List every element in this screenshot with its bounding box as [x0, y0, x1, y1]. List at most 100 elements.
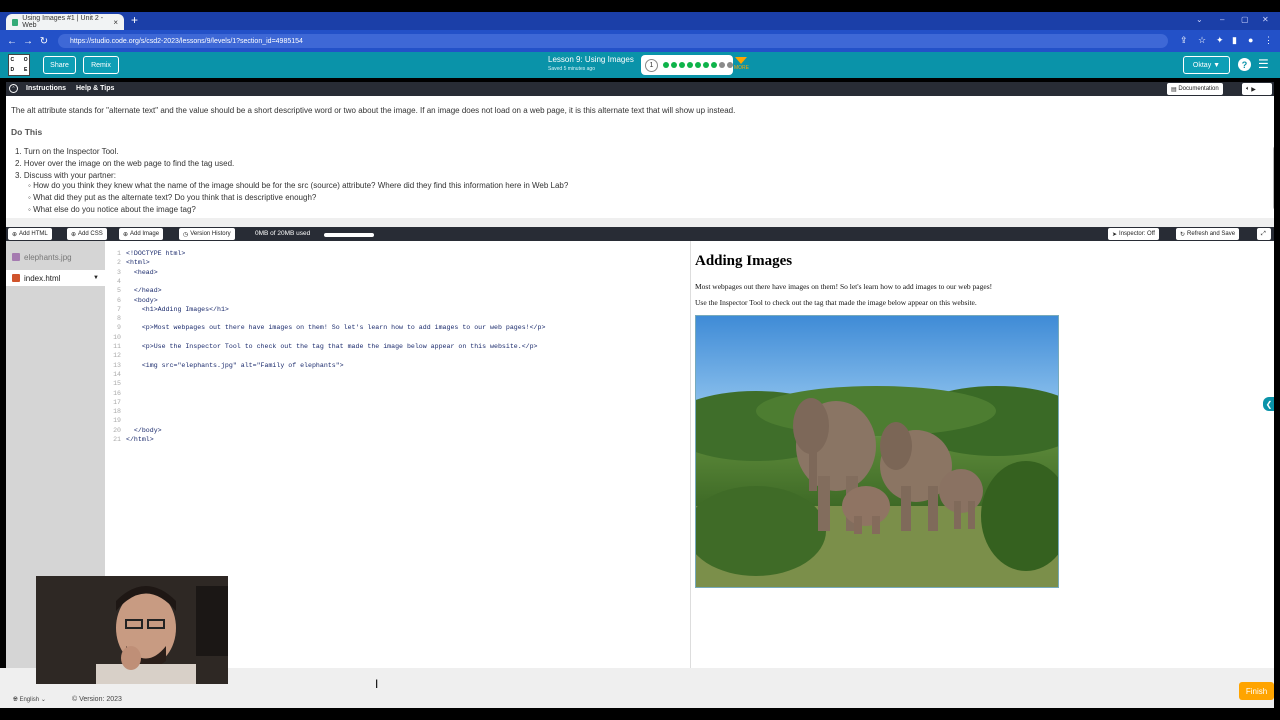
tab-help-tips[interactable]: Help & Tips — [76, 85, 114, 92]
clock-icon: ◷ — [183, 231, 189, 238]
preview-paragraph-1: Most webpages out there have images on t… — [695, 282, 993, 291]
plus-circle-icon: ⊕ — [123, 231, 129, 238]
window-close-icon[interactable]: ✕ — [1262, 15, 1269, 24]
tab-close-icon[interactable]: × — [113, 18, 118, 27]
progress-dot[interactable] — [687, 62, 693, 68]
back-icon[interactable]: ← — [4, 36, 20, 47]
plus-circle-icon: ⊕ — [71, 231, 77, 238]
add-css-button[interactable]: ⊕ Add CSS — [67, 228, 107, 240]
url-field[interactable]: https://studio.code.org/s/csd2-2023/less… — [58, 34, 1168, 48]
line-number: 20 — [113, 426, 121, 434]
code-line[interactable]: <head> — [126, 269, 158, 276]
remix-button[interactable]: Remix — [83, 56, 119, 74]
file-name: elephants.jpg — [24, 252, 72, 262]
tab-title: Using Images #1 | Unit 2 - Web — [22, 15, 104, 29]
profile-icon[interactable]: ● — [1248, 35, 1253, 45]
elephants-image[interactable] — [695, 315, 1059, 588]
browser-tab[interactable]: Using Images #1 | Unit 2 - Web × — [6, 14, 124, 30]
user-menu-button[interactable]: Oktay ▼ — [1183, 56, 1230, 74]
top-black-strip — [0, 0, 1280, 12]
tab-instructions[interactable]: Instructions — [26, 85, 66, 92]
line-number: 7 — [117, 305, 121, 313]
code-line[interactable]: <body> — [126, 297, 158, 304]
code-line[interactable]: <!DOCTYPE html> — [126, 250, 185, 257]
collapse-icon[interactable]: ⌃ — [9, 84, 18, 93]
file-item-elephants[interactable]: elephants.jpg — [6, 249, 105, 265]
line-number: 17 — [113, 398, 121, 406]
file-name: index.html — [24, 273, 61, 283]
level-number[interactable]: 1 — [645, 58, 658, 72]
code-line[interactable]: </html> — [126, 436, 154, 443]
play-icon[interactable]: ▶ — [1251, 86, 1256, 93]
code-line[interactable]: <html> — [126, 259, 150, 266]
version-history-button[interactable]: ◷ Version History — [179, 228, 235, 240]
webcam-person-illustration — [36, 576, 228, 684]
line-number: 13 — [113, 361, 121, 369]
caret-down-icon[interactable]: ▼ — [93, 275, 99, 281]
step-item: 3. Discuss with your partner: — [15, 171, 116, 180]
sidepanel-icon[interactable]: ▮ — [1232, 35, 1237, 46]
bookmark-icon[interactable]: ☆ — [1198, 35, 1206, 46]
code-line[interactable]: </head> — [126, 287, 162, 294]
storage-usage: 0MB of 20MB used — [255, 230, 311, 237]
progress-dot[interactable] — [679, 62, 685, 68]
line-number: 3 — [117, 268, 121, 276]
code-line[interactable]: <p>Most webpages out there have images o… — [126, 324, 546, 331]
documentation-button[interactable]: ▤ Documentation — [1167, 83, 1223, 95]
language-select[interactable]: 🌐︎ English ⌄ — [13, 696, 46, 704]
progress-dot[interactable] — [695, 62, 701, 68]
favicon-icon — [12, 18, 19, 26]
refresh-save-button[interactable]: ↻ Refresh and Save — [1176, 228, 1240, 240]
code-line[interactable]: </body> — [126, 427, 162, 434]
progress-dot[interactable] — [663, 62, 669, 68]
maximize-icon[interactable]: ▢ — [1241, 15, 1249, 24]
forward-icon[interactable]: → — [20, 36, 36, 47]
line-number: 5 — [117, 287, 121, 295]
hamburger-menu-icon[interactable]: ☰ — [1258, 57, 1269, 71]
progress-dot[interactable] — [703, 62, 709, 68]
fullscreen-icon[interactable]: ⤢ — [1257, 228, 1271, 240]
level-progress: 1 — [641, 55, 733, 75]
line-number: 8 — [117, 315, 121, 323]
resize-handle[interactable] — [6, 218, 1274, 227]
reload-icon[interactable]: ↻ — [36, 36, 52, 47]
line-number: 12 — [113, 352, 121, 360]
browser-tab-bar: Using Images #1 | Unit 2 - Web × + ⌄ – ▢… — [0, 12, 1280, 30]
line-number: 14 — [113, 370, 121, 378]
app-header: CO DE Share Remix Lesson 9: Using Images… — [0, 52, 1280, 78]
progress-dot[interactable] — [671, 62, 677, 68]
progress-dot[interactable] — [727, 62, 733, 68]
text-cursor-icon: I — [375, 677, 379, 691]
documentation-label: Documentation — [1178, 86, 1219, 92]
code-line[interactable]: <img src="elephants.jpg" alt="Family of … — [126, 362, 344, 369]
instructions-header: ⌃ Instructions Help & Tips ▤ Documentati… — [6, 82, 1274, 96]
extensions-icon[interactable]: ✦ — [1216, 35, 1224, 46]
finish-button[interactable]: Finish — [1239, 682, 1274, 700]
speaker-icon[interactable]: 🔈︎ — [1246, 86, 1250, 93]
help-icon[interactable]: ? — [1238, 58, 1251, 71]
tab-search-icon[interactable]: ⌄ — [1196, 15, 1203, 24]
code-line[interactable]: <h1>Adding Images</h1> — [126, 306, 229, 313]
instructions-panel: The alt attribute stands for "alternate … — [6, 96, 1279, 218]
add-html-button[interactable]: ⊕ Add HTML — [8, 228, 52, 240]
share-button[interactable]: Share — [43, 56, 76, 74]
inspector-toggle[interactable]: ➤ Inspector: Off — [1108, 228, 1159, 240]
audio-controls[interactable]: 🔈︎ ▶ — [1242, 83, 1272, 95]
step-item: 1. Turn on the Inspector Tool. — [15, 147, 119, 156]
step-item: 2. Hover over the image on the web page … — [15, 159, 235, 168]
new-tab-button[interactable]: + — [131, 13, 138, 27]
share-page-icon[interactable]: ⇪ — [1180, 35, 1188, 46]
url-text: https://studio.code.org/s/csd2-2023/less… — [70, 37, 303, 45]
file-item-index[interactable]: index.html ▼ — [6, 270, 105, 286]
preview-pane: Adding Images Most webpages out there ha… — [690, 241, 1274, 668]
minimize-icon[interactable]: – — [1220, 15, 1224, 24]
more-levels-button[interactable]: MORE — [734, 55, 749, 73]
add-image-button[interactable]: ⊕ Add Image — [119, 228, 164, 240]
line-number: 4 — [117, 277, 121, 285]
code-logo[interactable]: CO DE — [8, 54, 30, 76]
storage-bar — [324, 233, 374, 237]
code-line[interactable]: <p>Use the Inspector Tool to check out t… — [126, 343, 538, 350]
progress-dot[interactable] — [719, 62, 725, 68]
progress-dot[interactable] — [711, 62, 717, 68]
browser-menu-icon[interactable]: ⋮ — [1264, 35, 1273, 46]
